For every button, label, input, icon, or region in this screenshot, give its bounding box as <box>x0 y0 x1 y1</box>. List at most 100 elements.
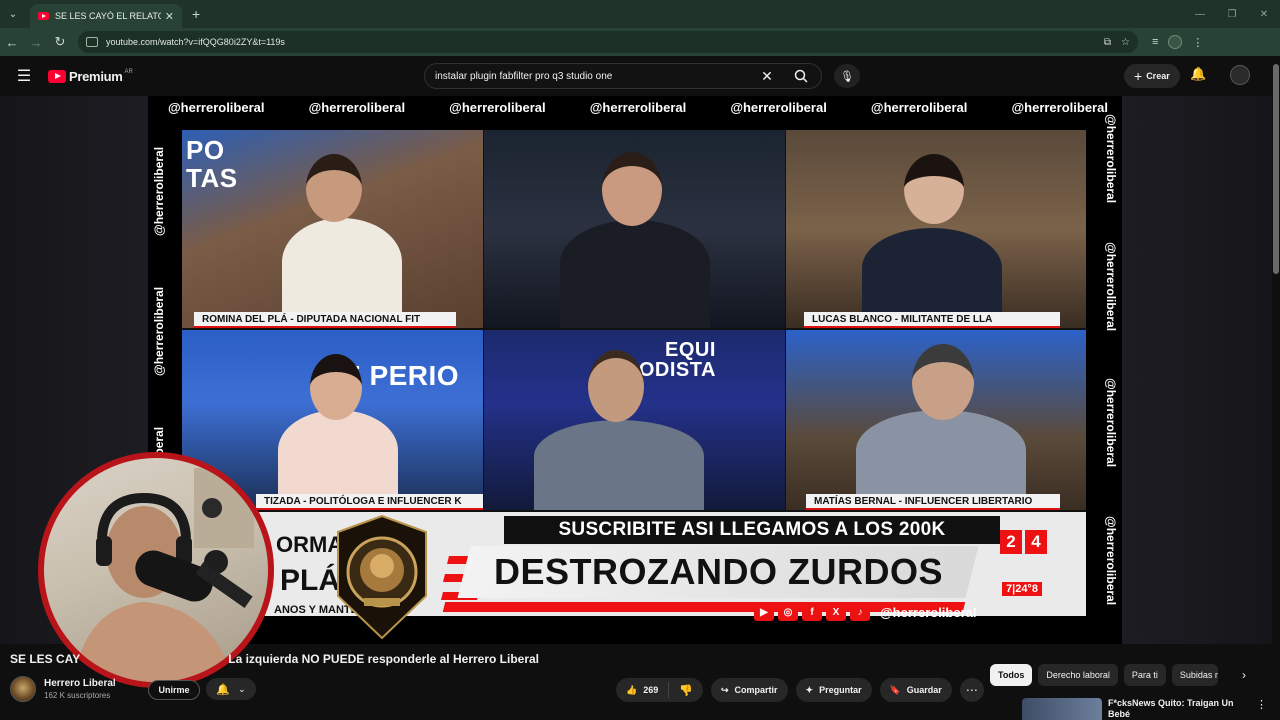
back-icon[interactable]: ← <box>0 30 24 54</box>
browser-menu-icon[interactable]: ⋮ <box>1192 36 1203 49</box>
url-text: youtube.com/watch?v=ifQQG80i2ZY&t=119s <box>106 37 285 47</box>
watermark-text: @herreroliberal <box>1011 99 1108 115</box>
tab-close-icon[interactable]: ✕ <box>165 10 174 23</box>
like-dislike-group: 👍 269 👎 <box>616 678 703 702</box>
watermark-text: @herreroliberal <box>449 99 546 115</box>
bookmark-icon: 🔖 <box>889 684 901 695</box>
share-button[interactable]: ↪ Compartir <box>710 678 788 702</box>
save-button[interactable]: 🔖 Guardar <box>879 678 952 702</box>
chip-next-icon[interactable]: › <box>1234 664 1254 686</box>
create-button[interactable]: + Crear <box>1124 64 1180 88</box>
notifications-bell-icon[interactable]: 🔔 <box>1190 66 1206 82</box>
window-controls: — ❐ ✕ <box>1184 0 1280 28</box>
share-label: Compartir <box>734 685 778 695</box>
caption-top-left: ROMINA DEL PLÁ - DIPUTADA NACIONAL FIT <box>194 312 456 328</box>
recommendation-chips: Todos Derecho laboral Para ti Subidas r <box>990 664 1218 686</box>
youtube-favicon-icon <box>38 12 49 20</box>
watermark-text: @herreroliberal <box>168 99 265 115</box>
subscribed-bell-button[interactable]: 🔔 ⌄ <box>206 678 256 700</box>
subscriber-count: 162 K suscriptores <box>44 691 111 700</box>
ask-label: Preguntar <box>819 685 862 695</box>
sparkle-icon: ✦ <box>805 684 814 695</box>
ask-button[interactable]: ✦ Preguntar <box>795 678 872 702</box>
score-digit: 4 <box>1025 530 1047 554</box>
social-row: ▶ ◎ f X ♪ @herreroliberal <box>754 602 977 622</box>
browser-toolbar: ← → ↻ youtube.com/watch?v=ifQQG80i2ZY&t=… <box>0 28 1280 56</box>
watermark-text: @herreroliberal <box>1104 242 1118 332</box>
tab-search-chevron-icon[interactable]: ⌄ <box>0 0 26 28</box>
search-query: instalar plugin fabfilter pro q3 studio … <box>435 70 613 82</box>
youtube-play-logo-icon <box>48 69 66 83</box>
thumbs-down-icon: 👎 <box>679 684 693 697</box>
main-banner: DESTROZANDO ZURDOS <box>457 546 979 598</box>
watermark-text: @herreroliberal <box>1104 378 1118 468</box>
like-button[interactable]: 👍 269 <box>616 682 670 698</box>
youtube-logo[interactable]: Premium AR <box>48 69 133 84</box>
media-controls-icon[interactable]: ≡ <box>1152 36 1158 48</box>
channel-avatar[interactable] <box>10 676 36 702</box>
site-info-icon[interactable] <box>86 37 98 47</box>
microphone-icon[interactable]: 🎙 <box>834 64 860 88</box>
youtube-social-icon: ▶ <box>754 603 774 621</box>
panel-cell <box>484 130 785 328</box>
join-button[interactable]: Unirme <box>148 680 200 700</box>
forward-icon[interactable]: → <box>24 30 48 54</box>
page-scrollbar[interactable] <box>1272 56 1280 720</box>
hamburger-menu-icon[interactable]: ☰ <box>0 66 48 86</box>
x-social-icon: X <box>826 603 846 621</box>
watermark-text: @herreroliberal <box>152 146 166 236</box>
channel-name[interactable]: Herrero Liberal <box>44 678 116 689</box>
reload-icon[interactable]: ↻ <box>48 30 72 54</box>
profile-avatar-icon[interactable] <box>1168 35 1183 49</box>
caption-bottom-left: TIZADA - POLITÓLOGA E INFLUENCER K <box>256 494 483 510</box>
create-label: Crear <box>1146 71 1170 81</box>
chip-for-you[interactable]: Para ti <box>1123 664 1166 686</box>
chip-labor-law[interactable]: Derecho laboral <box>1038 664 1118 686</box>
facebook-social-icon: f <box>802 603 822 621</box>
new-tab-icon[interactable]: + <box>192 6 200 22</box>
video-player[interactable]: @herreroliberal @herreroliberal @herrero… <box>148 96 1122 644</box>
watermark-text: @herreroliberal <box>152 286 166 376</box>
watermark-right: @herreroliberal @herreroliberal @herrero… <box>1098 106 1120 636</box>
close-window-icon[interactable]: ✕ <box>1248 0 1280 28</box>
dislike-button[interactable]: 👎 <box>669 684 703 697</box>
search-icon[interactable] <box>781 64 821 88</box>
youtube-header: ☰ Premium AR instalar plugin fabfilter p… <box>0 56 1280 96</box>
account-avatar[interactable] <box>1230 65 1250 85</box>
recommended-video[interactable]: F*cksNews Quito: Traigan Un Bebé ⋮ <box>1022 698 1272 720</box>
person-head <box>310 354 362 420</box>
person-head <box>912 344 974 420</box>
chip-uploads[interactable]: Subidas r <box>1171 664 1218 686</box>
score-digit: 2 <box>1000 530 1022 554</box>
install-app-icon[interactable]: ⧉ <box>1104 37 1111 48</box>
search-input[interactable]: instalar plugin fabfilter pro q3 studio … <box>424 63 822 89</box>
minimize-icon[interactable]: — <box>1184 0 1216 28</box>
recommended-thumbnail[interactable] <box>1022 698 1102 720</box>
watermark-top: @herreroliberal @herreroliberal @herrero… <box>168 96 1108 118</box>
logo-region: AR <box>124 68 133 75</box>
bookmark-star-icon[interactable]: ☆ <box>1121 37 1130 48</box>
maximize-icon[interactable]: ❐ <box>1216 0 1248 28</box>
more-actions-icon[interactable]: ⋯ <box>959 678 984 702</box>
video-title: SE LES CAY La izquierda NO PUEDE respond… <box>10 652 970 670</box>
watermark-text: @herreroliberal <box>870 99 968 115</box>
watermark-text: @herreroliberal <box>730 99 827 115</box>
tiktok-social-icon: ♪ <box>850 603 870 621</box>
recommended-title[interactable]: F*cksNews Quito: Traigan Un Bebé <box>1108 698 1248 720</box>
logo-text: Premium <box>69 68 123 84</box>
chip-all[interactable]: Todos <box>990 664 1033 686</box>
channel-info: Herrero Liberal 162 K suscriptores <box>10 674 116 704</box>
address-bar[interactable]: youtube.com/watch?v=ifQQG80i2ZY&t=119s ⧉… <box>78 31 1138 53</box>
video-actions: 👍 269 👎 ↪ Compartir ✦ Preguntar 🔖 Guarda… <box>616 678 984 702</box>
caption-bottom-right: MATÍAS BERNAL - INFLUENCER LIBERTARIO <box>806 494 1060 510</box>
clear-search-icon[interactable]: ✕ <box>753 68 781 85</box>
panel-cell: PO TAS ROMINA DEL PLÁ - DIPUTADA NACIONA… <box>182 130 483 328</box>
scrollbar-thumb[interactable] <box>1273 64 1279 274</box>
recommended-more-icon[interactable]: ⋮ <box>1256 698 1267 720</box>
like-count: 269 <box>643 685 659 695</box>
lower-left-text-2: PLÁ <box>280 564 340 597</box>
panel-cell: LUCAS BLANCO - MILITANTE DE LLA <box>786 130 1086 328</box>
plus-icon: + <box>1134 68 1143 84</box>
score-box: 2 4 <box>1000 530 1047 554</box>
browser-tab[interactable]: SE LES CAYÓ EL RELATO EN VIV ✕ <box>30 4 182 28</box>
